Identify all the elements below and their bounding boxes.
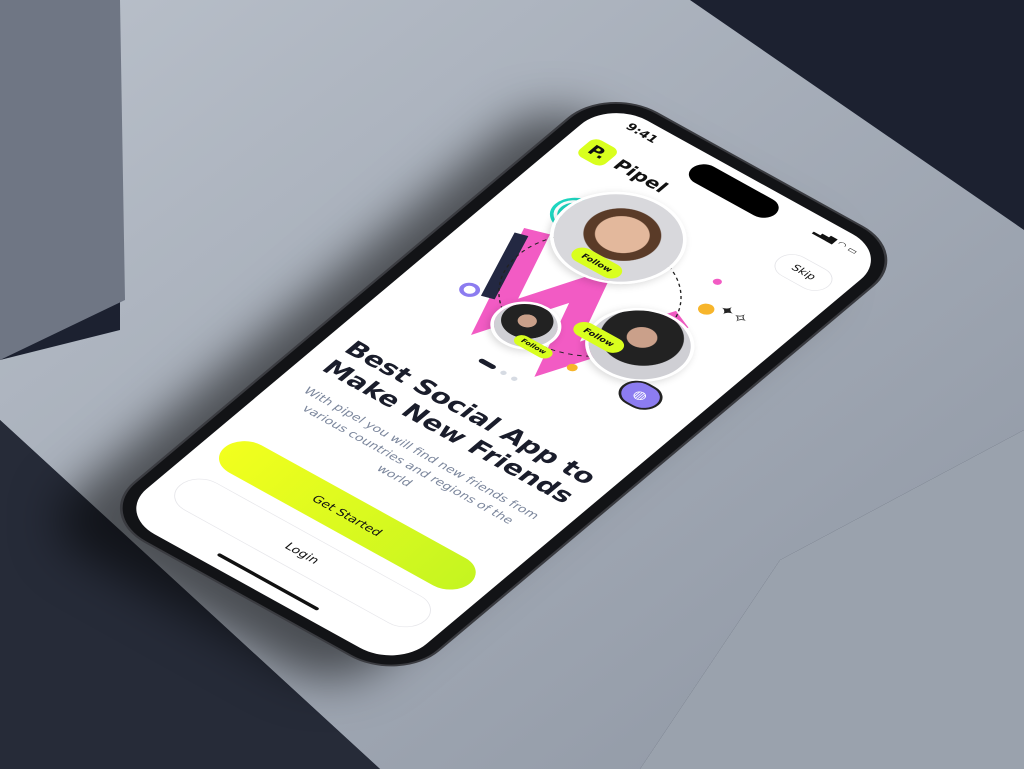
- pink-dot: [712, 278, 722, 285]
- purple-ring: [459, 282, 481, 297]
- sparkle-icon: ✦✧: [713, 302, 754, 329]
